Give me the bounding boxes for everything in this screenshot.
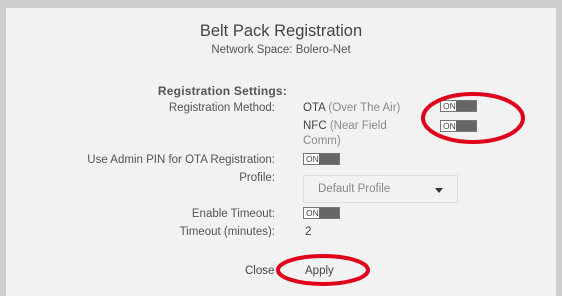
registration-dialog: Belt Pack Registration Network Space: Bo… [0,0,562,296]
apply-highlight-ellipse [276,254,370,286]
highlight-annotations [276,92,525,286]
toggle-highlight-ellipse [421,92,525,144]
